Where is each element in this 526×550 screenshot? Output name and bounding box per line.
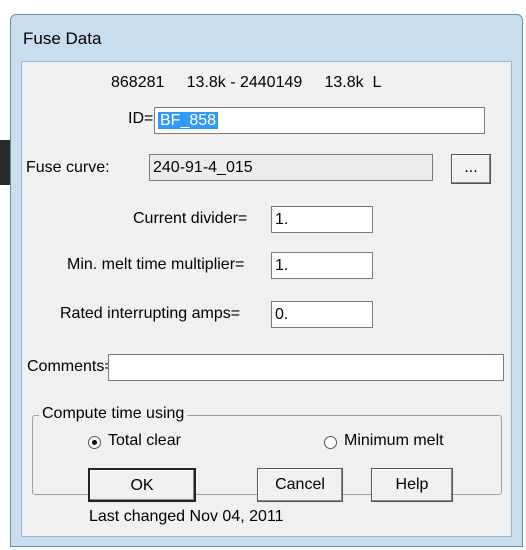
fuse-data-dialog: Fuse Data 868281 13.8k - 2440149 13.8k L… xyxy=(10,14,523,547)
radio-selected-dot xyxy=(92,440,97,445)
background-window-edge xyxy=(0,140,10,185)
id-value: BF_858 xyxy=(158,112,219,129)
minimum-melt-label[interactable]: Minimum melt xyxy=(344,432,444,450)
min-melt-multiplier-input[interactable]: 1. xyxy=(271,252,373,279)
rated-interrupting-label: Rated interrupting amps= xyxy=(60,305,241,322)
min-melt-multiplier-label: Min. melt time multiplier= xyxy=(67,256,245,273)
title-bar[interactable]: Fuse Data xyxy=(11,15,522,59)
current-divider-label: Current divider= xyxy=(133,210,248,227)
total-clear-label[interactable]: Total clear xyxy=(108,432,181,450)
id-label: ID= xyxy=(128,110,154,127)
rated-interrupting-input[interactable]: 0. xyxy=(271,301,373,328)
current-divider-input[interactable]: 1. xyxy=(271,206,373,233)
ok-button[interactable]: OK xyxy=(88,468,196,502)
id-input[interactable]: BF_858 xyxy=(154,107,485,134)
comments-label: Comments= xyxy=(27,358,114,375)
window-title: Fuse Data xyxy=(23,29,102,48)
dialog-client-area: 868281 13.8k - 2440149 13.8k L ID= BF_85… xyxy=(21,61,512,537)
cancel-button[interactable]: Cancel xyxy=(257,468,343,502)
total-clear-radio[interactable] xyxy=(88,436,101,449)
fuse-curve-field[interactable]: 240-91-4_015 xyxy=(149,154,433,181)
last-changed-text: Last changed Nov 04, 2011 xyxy=(89,508,284,525)
comments-input[interactable] xyxy=(108,354,504,381)
section-header: 868281 13.8k - 2440149 13.8k L xyxy=(111,74,382,91)
browse-curve-button[interactable]: ... xyxy=(451,154,491,184)
fuse-curve-label: Fuse curve: xyxy=(26,159,110,176)
minimum-melt-radio[interactable] xyxy=(324,436,337,449)
compute-time-legend: Compute time using xyxy=(39,405,188,423)
help-button[interactable]: Help xyxy=(371,468,453,502)
